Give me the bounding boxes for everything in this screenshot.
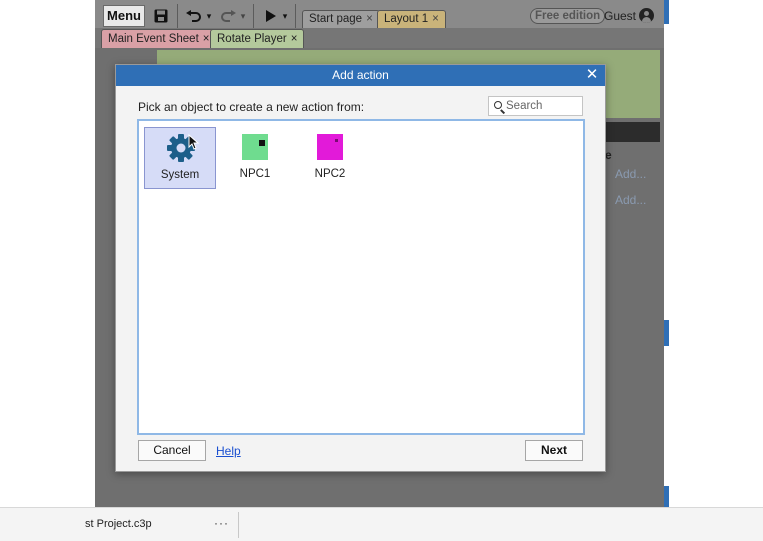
object-label: NPC1 — [239, 168, 271, 180]
main-toolbar: Menu ▾ ▾ ▾ Start page × Layout 1 × Free … — [95, 0, 668, 31]
event-sheet-tabs: Main Event Sheet × Rotate Player × — [95, 28, 668, 48]
search-box[interactable] — [488, 96, 583, 116]
preview-button[interactable] — [263, 6, 279, 26]
close-icon[interactable]: × — [432, 13, 439, 25]
undo-button[interactable] — [183, 6, 205, 26]
npc1-sprite-icon — [242, 134, 268, 160]
sprite-dot — [335, 139, 338, 142]
more-options-icon[interactable]: ··· — [214, 516, 229, 530]
status-bar: st Project.c3p ··· — [0, 507, 763, 541]
user-avatar-icon[interactable] — [639, 8, 654, 23]
panel-gap — [664, 346, 669, 486]
help-link[interactable]: Help — [216, 444, 241, 458]
close-icon[interactable]: × — [366, 13, 373, 25]
add-action-link[interactable]: Add... — [615, 193, 646, 207]
tab-layout-1[interactable]: Layout 1 × — [377, 10, 446, 28]
object-label: NPC2 — [314, 168, 346, 180]
object-label: System — [160, 169, 200, 181]
mouse-cursor-icon — [188, 134, 200, 150]
close-icon[interactable]: × — [203, 33, 210, 45]
redo-button[interactable] — [217, 6, 239, 26]
toolbar-divider — [253, 4, 254, 28]
toolbar-divider — [177, 4, 178, 28]
undo-dropdown[interactable]: ▾ — [205, 6, 213, 26]
project-file-name[interactable]: st Project.c3p — [85, 518, 152, 530]
tab-label: Rotate Player — [217, 33, 287, 45]
dialog-title: Add action — [116, 65, 605, 86]
object-list[interactable]: System NPC1 NPC2 — [137, 119, 585, 435]
search-icon — [494, 101, 502, 109]
save-button[interactable] — [151, 6, 171, 26]
object-item-npc1[interactable]: NPC1 — [219, 127, 291, 189]
cancel-button[interactable]: Cancel — [138, 440, 206, 461]
redo-arrow-icon — [221, 10, 236, 22]
close-icon[interactable]: ✕ — [585, 65, 599, 86]
add-action-link[interactable]: Add... — [615, 167, 646, 181]
user-label[interactable]: Guest — [604, 8, 636, 24]
add-action-dialog: Add action ✕ Pick an object to create a … — [115, 64, 606, 472]
object-item-system[interactable]: System — [144, 127, 216, 189]
edition-badge[interactable]: Free edition — [530, 8, 606, 24]
tab-rotate-player[interactable]: Rotate Player × — [210, 29, 305, 48]
panel-gap — [664, 24, 669, 320]
sprite-dot — [259, 140, 265, 146]
close-icon[interactable]: × — [291, 33, 298, 45]
redo-dropdown[interactable]: ▾ — [239, 6, 247, 26]
section-letter: e — [605, 148, 612, 162]
toolbar-divider — [295, 4, 296, 28]
undo-arrow-icon — [186, 10, 201, 22]
npc2-sprite-icon — [317, 134, 343, 160]
tab-label: Layout 1 — [384, 13, 429, 25]
tab-label: Start page — [309, 13, 363, 25]
play-icon — [266, 10, 276, 22]
search-input[interactable] — [506, 99, 580, 113]
next-button[interactable]: Next — [525, 440, 583, 461]
menu-button[interactable]: Menu — [103, 5, 145, 27]
tab-label: Main Event Sheet — [108, 33, 199, 45]
tab-main-event-sheet[interactable]: Main Event Sheet × — [101, 29, 217, 48]
object-item-npc2[interactable]: NPC2 — [294, 127, 366, 189]
dialog-prompt: Pick an object to create a new action fr… — [138, 100, 365, 114]
status-divider — [238, 512, 239, 538]
floppy-disk-icon — [154, 9, 168, 23]
right-panel-edge — [664, 0, 669, 507]
preview-dropdown[interactable]: ▾ — [281, 6, 289, 26]
tab-start-page[interactable]: Start page × — [302, 10, 380, 28]
